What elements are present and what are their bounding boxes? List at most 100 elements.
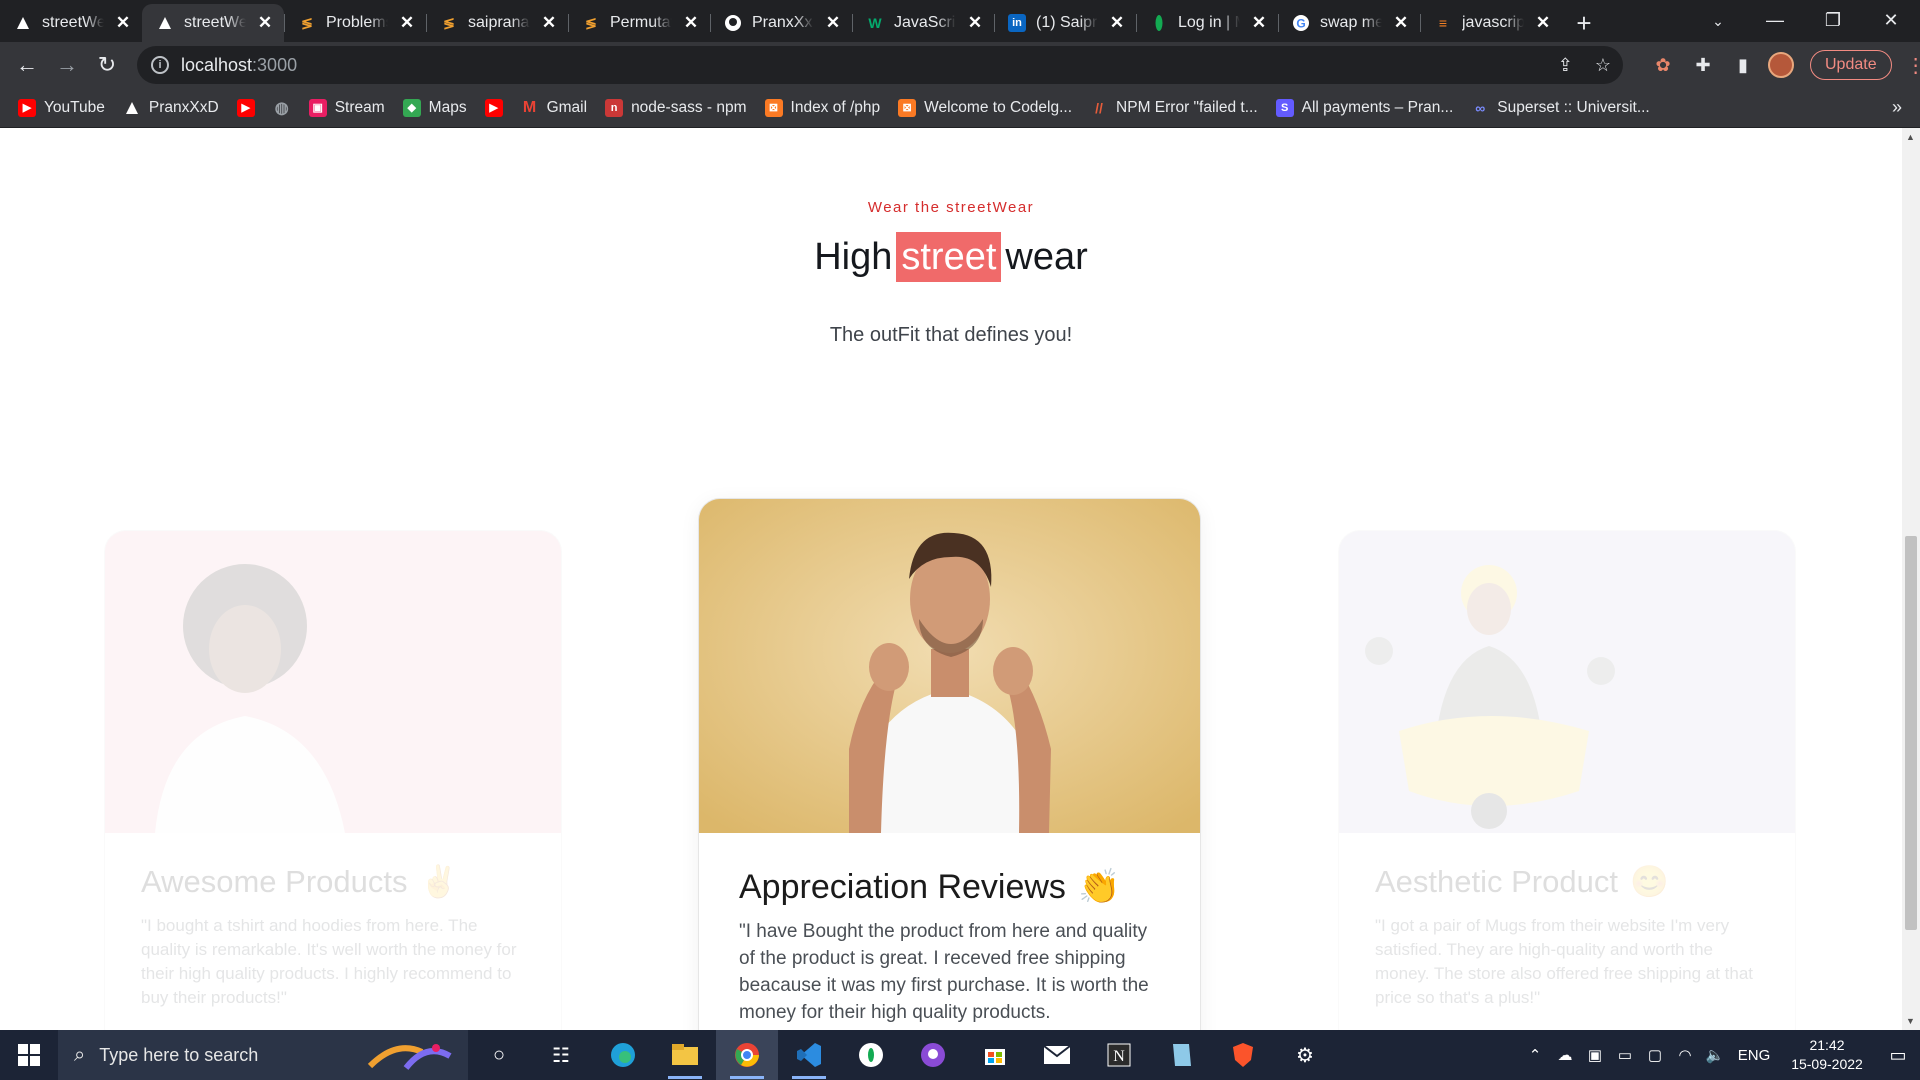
section-subheading: The outFit that defines you! bbox=[829, 324, 1073, 346]
bookmark-codelg[interactable]: ⊠ Welcome to Codelg... bbox=[898, 98, 1072, 117]
meet-now-icon[interactable]: ▣ bbox=[1580, 1046, 1610, 1064]
notion-icon[interactable]: N bbox=[1088, 1030, 1150, 1080]
clock-date: 15-09-2022 bbox=[1791, 1056, 1863, 1072]
address-bar[interactable]: i localhost:3000 ⇪ ☆ bbox=[137, 46, 1623, 84]
window-close-icon[interactable]: ✕ bbox=[1862, 0, 1920, 40]
close-icon[interactable]: ✕ bbox=[966, 13, 984, 33]
tab-search-chevron-icon[interactable]: ⌄ bbox=[1700, 6, 1736, 36]
vscode-icon[interactable] bbox=[778, 1030, 840, 1080]
address-port: :3000 bbox=[252, 54, 298, 75]
onedrive-cloud-icon[interactable]: ☁ bbox=[1550, 1046, 1580, 1064]
tab-title: Problems bbox=[326, 14, 388, 31]
cookie-extension-icon[interactable]: ✿ bbox=[1648, 50, 1678, 80]
windows-start-icon[interactable] bbox=[0, 1030, 58, 1080]
edge-browser-icon[interactable] bbox=[592, 1030, 654, 1080]
bookmark-npm[interactable]: n node-sass - npm bbox=[605, 98, 747, 117]
bookmark-payments[interactable]: S All payments – Pran... bbox=[1275, 98, 1453, 117]
notepad-icon[interactable] bbox=[1150, 1030, 1212, 1080]
side-panel-icon[interactable]: ▮ bbox=[1728, 50, 1758, 80]
woman-photo bbox=[105, 531, 561, 833]
bookmark-superset[interactable]: ∞ Superset :: Universit... bbox=[1471, 99, 1649, 117]
brave-icon[interactable] bbox=[1212, 1030, 1274, 1080]
tab-permutations[interactable]: ≶ Permutations ✕ bbox=[568, 4, 710, 42]
scroll-down-arrow-icon[interactable]: ▼ bbox=[1906, 1016, 1915, 1026]
tab-saipranay[interactable]: ≶ saipranay ✕ bbox=[426, 4, 568, 42]
review-card-awesome-products[interactable]: Awesome Products ✌ "I bought a tshirt and… bbox=[104, 530, 562, 1030]
bookmark-npm-error[interactable]: //NPM Error "failed t... bbox=[1090, 99, 1257, 117]
file-explorer-icon[interactable] bbox=[654, 1030, 716, 1080]
notifications-icon[interactable]: ▭ bbox=[1876, 1045, 1920, 1066]
close-icon[interactable]: ✕ bbox=[1392, 13, 1410, 33]
linkedin-icon: in bbox=[1008, 14, 1026, 32]
forward-arrow-icon[interactable]: → bbox=[47, 45, 87, 85]
close-icon[interactable]: ✕ bbox=[398, 13, 416, 33]
tab-streetwear-1[interactable]: streetWear ✕ bbox=[0, 4, 142, 42]
volume-icon[interactable]: 🔈 bbox=[1700, 1046, 1730, 1064]
close-icon[interactable]: ✕ bbox=[114, 13, 132, 33]
bookmark-globe[interactable]: ◍ bbox=[273, 99, 291, 117]
close-icon[interactable]: ✕ bbox=[1250, 13, 1268, 33]
close-icon[interactable]: ✕ bbox=[540, 13, 558, 33]
tab-title: PranxXxD bbox=[752, 14, 814, 31]
tab-javascript[interactable]: W JavaScript ✕ bbox=[852, 4, 994, 42]
tab-linkedin[interactable]: in (1) Saipranay ✕ bbox=[994, 4, 1136, 42]
widgets-icon[interactable]: ☷ bbox=[530, 1030, 592, 1080]
mail-icon[interactable] bbox=[1026, 1030, 1088, 1080]
bookmark-php-index[interactable]: ⊠ Index of /php bbox=[764, 98, 880, 117]
bookmark-maps[interactable]: ◆ Maps bbox=[402, 98, 467, 117]
review-card-appreciation[interactable]: Appreciation Reviews 👏 "I have Bought the… bbox=[698, 498, 1201, 1030]
mongodb-compass-icon[interactable] bbox=[840, 1030, 902, 1080]
bookmark-youtube-2[interactable]: ▶ bbox=[236, 98, 255, 117]
restore-icon[interactable]: ❐ bbox=[1804, 0, 1862, 40]
close-icon[interactable]: ✕ bbox=[1534, 13, 1552, 33]
profile-avatar[interactable] bbox=[1768, 52, 1794, 78]
extensions-puzzle-icon[interactable]: ✚ bbox=[1688, 50, 1718, 80]
close-icon[interactable]: ✕ bbox=[1108, 13, 1126, 33]
new-tab-button[interactable]: + bbox=[1562, 4, 1606, 42]
close-icon[interactable]: ✕ bbox=[682, 13, 700, 33]
tab-github[interactable]: PranxXxD ✕ bbox=[710, 4, 852, 42]
github-desktop-icon[interactable] bbox=[902, 1030, 964, 1080]
bookmark-youtube-3[interactable]: ▶ bbox=[484, 98, 503, 117]
task-view-icon[interactable]: ○ bbox=[468, 1030, 530, 1080]
battery-icon[interactable]: ▭ bbox=[1610, 1046, 1640, 1064]
share-icon[interactable]: ⇪ bbox=[1558, 55, 1573, 76]
back-arrow-icon[interactable]: ← bbox=[7, 45, 47, 85]
bookmarks-overflow-icon[interactable]: » bbox=[1892, 97, 1902, 118]
scroll-up-arrow-icon[interactable]: ▲ bbox=[1906, 132, 1915, 142]
minimize-icon[interactable]: — bbox=[1746, 0, 1804, 40]
reload-icon[interactable]: ↻ bbox=[87, 45, 127, 85]
chrome-icon[interactable] bbox=[716, 1030, 778, 1080]
bookmark-pranxxxd[interactable]: PranxXxD bbox=[123, 99, 219, 117]
scrollbar-thumb[interactable] bbox=[1905, 536, 1917, 930]
update-button[interactable]: Update bbox=[1810, 50, 1892, 80]
more-menu-icon[interactable]: ⋮ bbox=[1906, 53, 1920, 78]
page-scrollbar[interactable]: ▲ ▼ bbox=[1902, 128, 1920, 1030]
microsoft-store-icon[interactable] bbox=[964, 1030, 1026, 1080]
tab-problems[interactable]: ≶ Problems ✕ bbox=[284, 4, 426, 42]
man-pointing-photo bbox=[699, 499, 1200, 833]
wifi-icon[interactable]: ◠ bbox=[1670, 1046, 1700, 1064]
site-info-icon[interactable]: i bbox=[151, 56, 169, 74]
tab-mongodb[interactable]: Log in | MongoDB ✕ bbox=[1136, 4, 1278, 42]
tab-google[interactable]: G swap method ✕ bbox=[1278, 4, 1420, 42]
bookmark-star-icon[interactable]: ☆ bbox=[1595, 55, 1611, 76]
review-card-aesthetic-product[interactable]: Aesthetic Product 😊 "I got a pair of Mugs… bbox=[1338, 530, 1796, 1030]
taskbar-search[interactable]: ⌕ Type here to search bbox=[58, 1030, 468, 1080]
bookmark-youtube[interactable]: ▶ YouTube bbox=[18, 98, 105, 117]
settings-gear-icon[interactable]: ⚙ bbox=[1274, 1030, 1336, 1080]
tab-stackoverflow[interactable]: ≡ javascript ✕ bbox=[1420, 4, 1562, 42]
vercel-icon bbox=[123, 99, 141, 117]
tray-overflow-chevron-icon[interactable]: ⌃ bbox=[1520, 1046, 1550, 1064]
bookmark-stream[interactable]: ▣ Stream bbox=[308, 98, 385, 117]
input-language[interactable]: ENG bbox=[1730, 1047, 1778, 1064]
taskbar-clock[interactable]: 21:42 15-09-2022 bbox=[1778, 1036, 1876, 1074]
bookmark-gmail[interactable]: M Gmail bbox=[521, 99, 587, 117]
stream-icon: ▣ bbox=[308, 98, 327, 117]
system-tray: ⌃ ☁ ▣ ▭ ▢ ◠ 🔈 ENG 21:42 15-09-2022 ▭ bbox=[1520, 1030, 1920, 1080]
teams-chat-icon[interactable]: ▢ bbox=[1640, 1046, 1670, 1064]
close-icon[interactable]: ✕ bbox=[824, 13, 842, 33]
close-icon[interactable]: ✕ bbox=[256, 13, 274, 33]
tab-streetwear-2[interactable]: streetWear ✕ bbox=[142, 4, 284, 42]
tab-title: Log in | MongoDB bbox=[1178, 14, 1240, 31]
